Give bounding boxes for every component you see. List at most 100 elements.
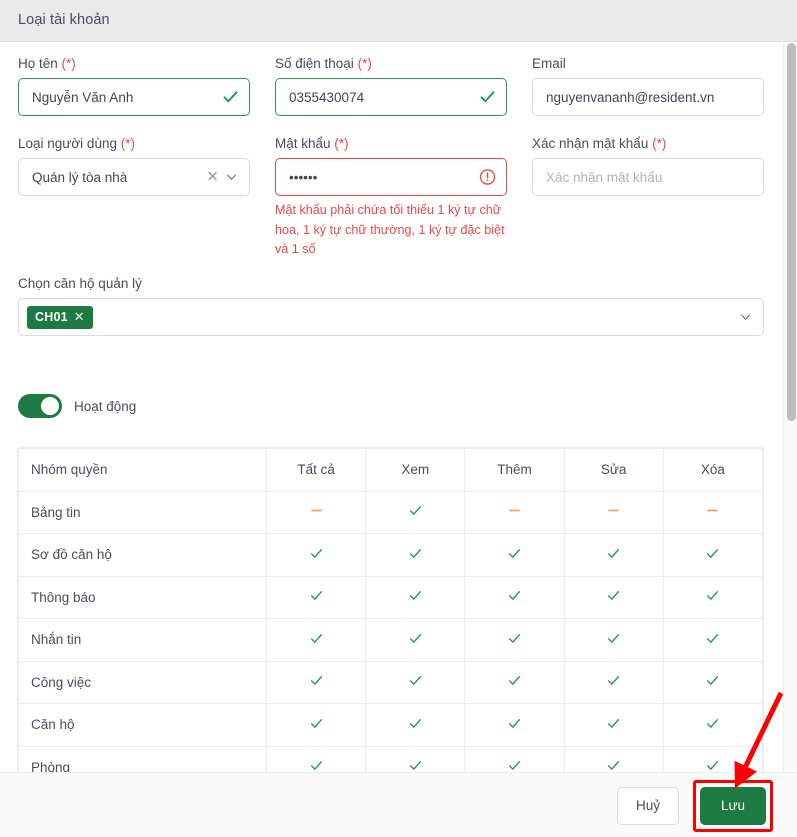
cancel-button[interactable]: Huỷ <box>617 787 679 825</box>
apartment-tag-label: CH01 <box>35 310 68 324</box>
vertical-scrollbar[interactable] <box>783 42 797 772</box>
table-row: Sơ đồ căn hộ <box>19 534 763 577</box>
permission-cell[interactable] <box>564 746 663 772</box>
permission-cell[interactable] <box>564 661 663 704</box>
apartments-label: Chọn căn hộ quản lý <box>18 276 764 291</box>
check-icon <box>606 588 621 603</box>
permission-cell[interactable] <box>465 704 564 747</box>
check-icon <box>705 716 720 731</box>
field-fullname: Họ tên (*) <box>18 56 250 116</box>
phone-input[interactable] <box>275 78 507 116</box>
email-label: Email <box>532 56 764 71</box>
chevron-down-icon[interactable] <box>739 311 752 324</box>
permission-cell[interactable] <box>663 746 762 772</box>
check-icon <box>408 503 423 518</box>
column-header-edit: Sửa <box>564 449 663 492</box>
account-type-modal: Loại tài khoản Họ tên (*) S <box>0 0 797 837</box>
check-icon <box>309 631 324 646</box>
permission-cell[interactable] <box>267 576 366 619</box>
save-button[interactable]: Lưu <box>700 787 766 825</box>
field-confirm-password: Xác nhận mật khẩu (*) <box>532 136 764 196</box>
permission-cell[interactable] <box>663 619 762 662</box>
fullname-label-text: Họ tên <box>18 56 58 71</box>
permission-cell[interactable] <box>267 704 366 747</box>
field-apartments: Chọn căn hộ quản lý CH01 ✕ <box>18 276 764 336</box>
permission-group-name: Sơ đồ căn hộ <box>19 534 267 577</box>
usertype-select[interactable]: Quán lý tòa nhà ✕ <box>18 158 250 196</box>
permission-cell[interactable] <box>267 491 366 534</box>
apartment-tag[interactable]: CH01 ✕ <box>27 306 93 329</box>
check-icon <box>408 673 423 688</box>
table-row: Công việc <box>19 661 763 704</box>
permission-group-name: Phòng <box>19 746 267 772</box>
fullname-input[interactable] <box>18 78 250 116</box>
permission-cell[interactable] <box>465 661 564 704</box>
modal-footer: Huỷ Lưu <box>0 772 797 837</box>
close-icon[interactable]: ✕ <box>74 309 85 325</box>
permission-cell[interactable] <box>564 576 663 619</box>
dash-icon <box>309 503 324 518</box>
usertype-selected-value: Quán lý tòa nhà <box>32 170 127 185</box>
permission-cell[interactable] <box>564 619 663 662</box>
dash-icon <box>606 503 621 518</box>
apartments-label-text: Chọn căn hộ quản lý <box>18 276 142 291</box>
permission-cell[interactable] <box>267 619 366 662</box>
check-icon <box>507 673 522 688</box>
table-row: Thông báo <box>19 576 763 619</box>
permission-cell[interactable] <box>465 619 564 662</box>
check-icon <box>606 673 621 688</box>
check-icon <box>309 588 324 603</box>
permission-cell[interactable] <box>366 576 465 619</box>
email-label-text: Email <box>532 56 566 71</box>
page-title: Loại tài khoản <box>18 12 110 28</box>
permission-cell[interactable] <box>366 491 465 534</box>
permission-cell[interactable] <box>267 534 366 577</box>
check-icon <box>408 758 423 772</box>
scrollbar-thumb[interactable] <box>787 43 796 421</box>
close-icon[interactable]: ✕ <box>206 170 219 185</box>
usertype-label-text: Loại người dùng <box>18 136 117 151</box>
permission-group-name: Công việc <box>19 661 267 704</box>
permission-cell[interactable] <box>663 661 762 704</box>
apartments-multiselect[interactable]: CH01 ✕ <box>18 298 764 336</box>
chevron-down-icon[interactable] <box>225 171 238 184</box>
check-icon <box>309 716 324 731</box>
permission-cell[interactable] <box>267 661 366 704</box>
confirm-password-label-text: Xác nhận mật khẩu <box>532 136 648 151</box>
permission-cell[interactable] <box>366 746 465 772</box>
permission-cell[interactable] <box>663 576 762 619</box>
permission-cell[interactable] <box>564 491 663 534</box>
permission-cell[interactable] <box>267 746 366 772</box>
password-label: Mật khẩu (*) <box>275 136 507 151</box>
fullname-required: (*) <box>62 56 76 71</box>
confirm-password-input[interactable] <box>532 158 764 196</box>
permission-cell[interactable] <box>465 534 564 577</box>
permission-cell[interactable] <box>564 534 663 577</box>
permission-cell[interactable] <box>564 704 663 747</box>
permission-cell[interactable] <box>366 534 465 577</box>
permission-cell[interactable] <box>366 619 465 662</box>
password-input[interactable] <box>275 158 507 196</box>
password-label-text: Mật khẩu <box>275 136 331 151</box>
email-input[interactable] <box>532 78 764 116</box>
fullname-input-wrap <box>18 78 250 116</box>
permission-cell[interactable] <box>663 704 762 747</box>
confirm-password-label: Xác nhận mật khẩu (*) <box>532 136 764 151</box>
check-icon <box>705 631 720 646</box>
check-icon <box>705 588 720 603</box>
permission-cell[interactable] <box>663 534 762 577</box>
permission-group-name: Bảng tin <box>19 491 267 534</box>
confirm-password-required: (*) <box>652 136 666 151</box>
permission-cell[interactable] <box>465 491 564 534</box>
permission-cell[interactable] <box>465 576 564 619</box>
permission-cell[interactable] <box>366 704 465 747</box>
field-usertype: Loại người dùng (*) Quán lý tòa nhà ✕ <box>18 136 250 196</box>
active-toggle[interactable] <box>18 394 62 418</box>
permission-cell[interactable] <box>465 746 564 772</box>
permission-cell[interactable] <box>663 491 762 534</box>
permission-cell[interactable] <box>366 661 465 704</box>
check-icon <box>408 631 423 646</box>
field-phone: Số điện thoại (*) <box>275 56 507 116</box>
fullname-label: Họ tên (*) <box>18 56 250 71</box>
phone-label-text: Số điện thoại <box>275 56 354 71</box>
